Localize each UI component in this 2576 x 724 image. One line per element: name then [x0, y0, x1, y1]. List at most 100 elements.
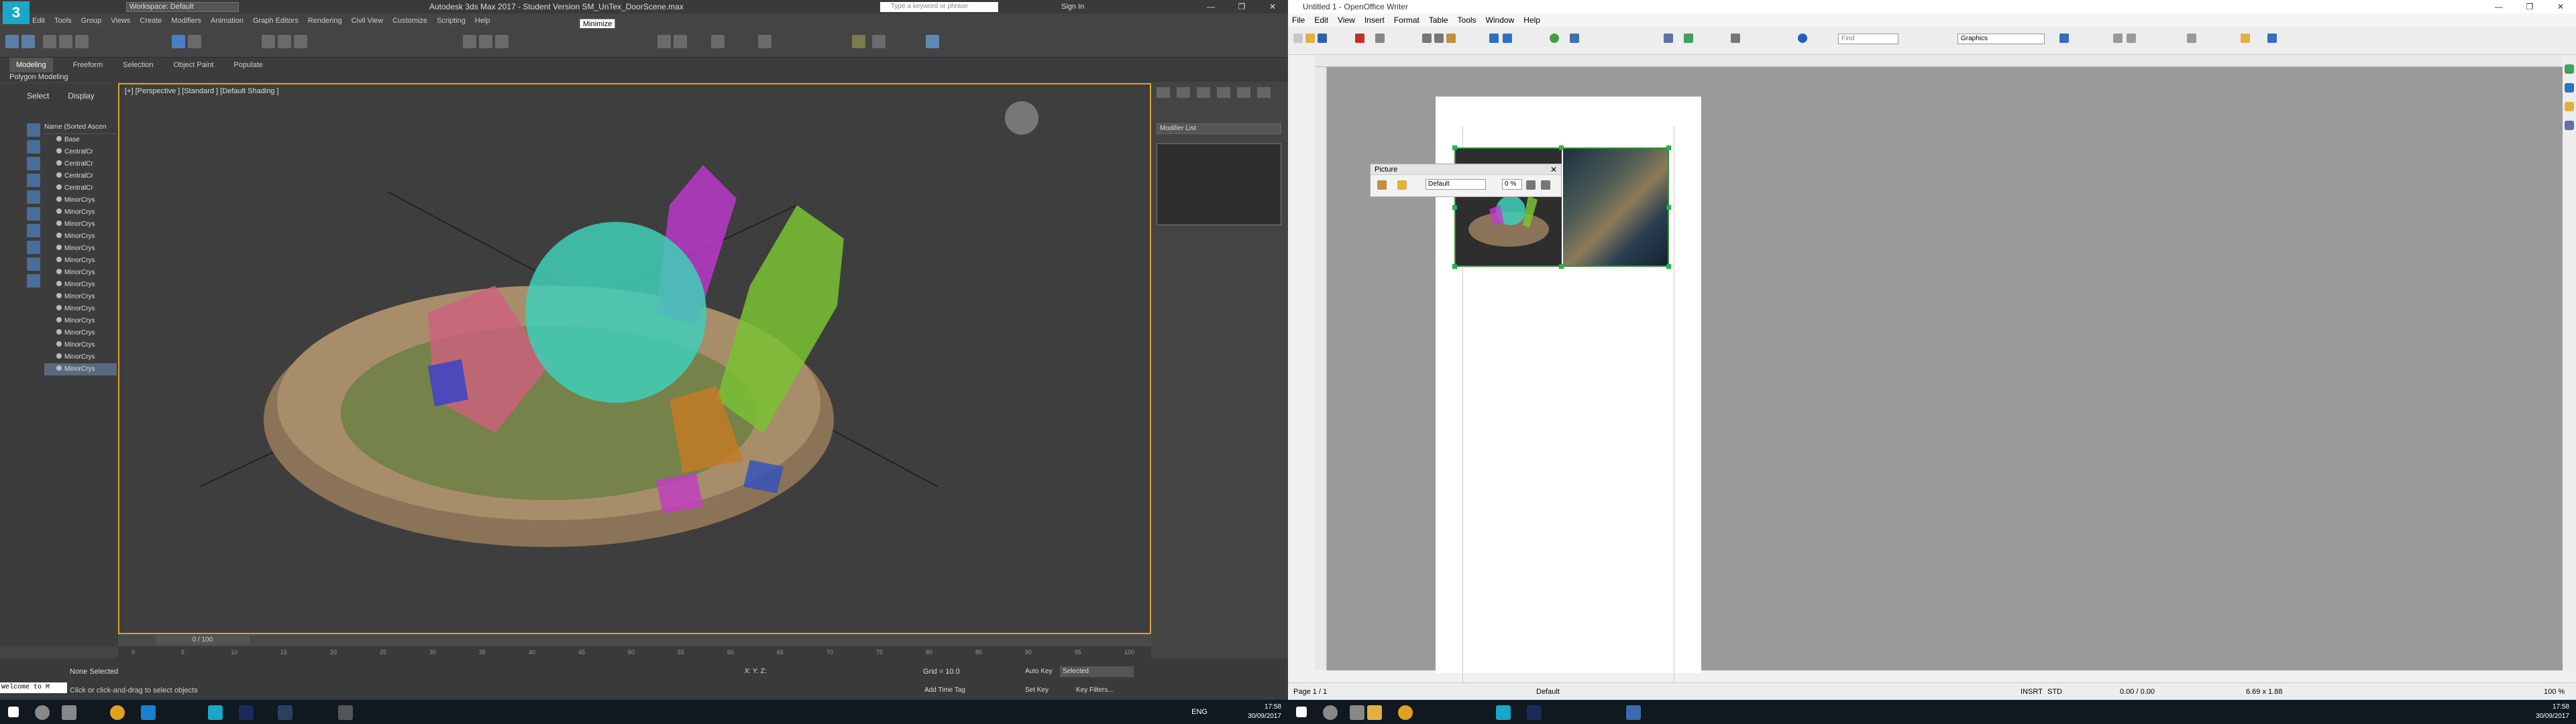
- select-by-name-icon[interactable]: [188, 35, 201, 48]
- snaps-toggle-icon[interactable]: [463, 35, 476, 48]
- visibility-icon[interactable]: [56, 208, 62, 214]
- ribbon-subpanel[interactable]: Polygon Modeling: [0, 72, 1288, 82]
- list-item[interactable]: MinorCrys: [44, 363, 117, 375]
- list-item[interactable]: MinorCrys: [44, 219, 117, 231]
- utilities-tab-icon[interactable]: [1257, 87, 1271, 98]
- open-icon[interactable]: [1305, 34, 1315, 43]
- visibility-icon[interactable]: [56, 233, 62, 238]
- system-clock[interactable]: 17:58 30/09/2017: [2536, 703, 2569, 721]
- time-slider-counter[interactable]: 0 / 100: [156, 636, 250, 645]
- redo-icon[interactable]: [21, 35, 35, 48]
- undo-icon[interactable]: [5, 35, 19, 48]
- menu-item[interactable]: Rendering: [308, 13, 342, 28]
- menu-item[interactable]: Help: [1523, 13, 1540, 27]
- shapes-filter-icon[interactable]: [27, 157, 40, 170]
- graphics-mode-icon[interactable]: [1397, 180, 1407, 190]
- helpers-filter-icon[interactable]: [27, 207, 40, 221]
- bring-to-front-icon[interactable]: [2241, 34, 2250, 43]
- steam-icon[interactable]: [278, 705, 292, 720]
- help-search-input[interactable]: Type a keyword or phrase: [880, 2, 998, 12]
- hierarchy-tab-icon[interactable]: [1197, 87, 1210, 98]
- mirror-icon[interactable]: [657, 35, 671, 48]
- flip-icon[interactable]: [1526, 180, 1536, 190]
- percent-snap-icon[interactable]: [495, 35, 508, 48]
- file-explorer-icon[interactable]: [1367, 705, 1382, 720]
- openoffice-icon[interactable]: [1626, 705, 1641, 720]
- align-left-icon[interactable]: [2113, 34, 2123, 43]
- paragraph-style-select[interactable]: Graphics: [1957, 34, 2045, 44]
- language-indicator[interactable]: ENG: [1191, 708, 1208, 716]
- menu-item[interactable]: Views: [111, 13, 130, 28]
- list-item[interactable]: CentralCr: [44, 182, 117, 194]
- menu-item[interactable]: Help: [475, 13, 490, 28]
- resize-handle[interactable]: [1452, 264, 1457, 269]
- search-icon[interactable]: [1323, 705, 1338, 720]
- save-icon[interactable]: [1318, 34, 1327, 43]
- visibility-icon[interactable]: [56, 269, 62, 274]
- cameras-filter-icon[interactable]: [27, 190, 40, 204]
- modify-tab-icon[interactable]: [1177, 87, 1190, 98]
- maxscript-listener[interactable]: Welcome to M: [0, 682, 67, 693]
- help-icon[interactable]: [1798, 34, 1807, 43]
- visibility-icon[interactable]: [56, 184, 62, 190]
- document-area[interactable]: Picture ✕ Default 0 %: [1327, 67, 2563, 703]
- zoom-level[interactable]: 100 %: [2544, 683, 2565, 701]
- perspective-viewport[interactable]: [+] [Perspective ] [Standard ] [Default …: [118, 83, 1151, 634]
- select-move-icon[interactable]: [262, 35, 275, 48]
- link-icon[interactable]: [43, 35, 56, 48]
- key-filters-button[interactable]: Key Filters...: [1076, 686, 1114, 694]
- ribbon-tab[interactable]: Freeform: [73, 58, 103, 72]
- list-item[interactable]: MinorCrys: [44, 243, 117, 255]
- maximize-button[interactable]: ❐: [2514, 0, 2545, 13]
- find-input[interactable]: Find: [1838, 34, 1898, 44]
- groups-filter-icon[interactable]: [27, 241, 40, 254]
- time-slider[interactable]: 0 / 100: [118, 634, 1151, 646]
- render-setup-icon[interactable]: [872, 35, 885, 48]
- visibility-icon[interactable]: [56, 293, 62, 298]
- list-item[interactable]: Base: [44, 134, 117, 146]
- material-editor-icon[interactable]: [852, 35, 865, 48]
- visibility-icon[interactable]: [56, 281, 62, 286]
- spacewarps-filter-icon[interactable]: [27, 224, 40, 237]
- resize-handle[interactable]: [1559, 264, 1564, 269]
- curve-editor-icon[interactable]: [758, 35, 771, 48]
- display-tab-icon[interactable]: [1237, 87, 1250, 98]
- menu-item[interactable]: Insert: [1364, 13, 1385, 27]
- sign-in-button[interactable]: Sign In: [1061, 0, 1084, 13]
- geometry-filter-icon[interactable]: [27, 140, 40, 154]
- list-item[interactable]: MinorCrys: [44, 206, 117, 219]
- resize-handle[interactable]: [1666, 205, 1671, 210]
- menu-item[interactable]: Civil View: [352, 13, 383, 28]
- visibility-icon[interactable]: [56, 353, 62, 359]
- copy-icon[interactable]: [1434, 34, 1444, 43]
- modifier-stack[interactable]: [1157, 143, 1281, 225]
- list-item[interactable]: MinorCrys: [44, 231, 117, 243]
- menu-item[interactable]: Animation: [211, 13, 244, 28]
- unlink-icon[interactable]: [59, 35, 72, 48]
- navigator-icon[interactable]: [2565, 121, 2574, 130]
- visibility-icon[interactable]: [56, 257, 62, 262]
- list-item[interactable]: MinorCrys: [44, 327, 117, 339]
- chrome-icon[interactable]: [1398, 705, 1413, 720]
- align-center-icon[interactable]: [2127, 34, 2136, 43]
- list-item[interactable]: MinorCrys: [44, 339, 117, 351]
- set-key-button[interactable]: Set Key: [1025, 686, 1049, 694]
- minimize-button[interactable]: —: [1195, 0, 1226, 13]
- ribbon-tab[interactable]: Modeling: [9, 58, 53, 72]
- scene-list-header[interactable]: Name (Sorted Ascen: [44, 123, 117, 134]
- chrome-icon[interactable]: [110, 705, 125, 720]
- gallery-icon[interactable]: [2565, 102, 2574, 111]
- max-logo[interactable]: 3: [3, 1, 30, 24]
- list-item[interactable]: MinorCrys: [44, 303, 117, 315]
- menu-item[interactable]: Format: [1394, 13, 1419, 27]
- vertical-ruler[interactable]: [1315, 67, 1327, 670]
- resize-handle[interactable]: [1559, 145, 1564, 150]
- styles-icon[interactable]: [2565, 83, 2574, 93]
- auto-key-button[interactable]: Auto Key: [1025, 668, 1053, 675]
- menu-item[interactable]: File: [1292, 13, 1305, 27]
- transparency-input[interactable]: 0 %: [1502, 179, 1522, 190]
- list-item[interactable]: CentralCr: [44, 170, 117, 182]
- list-item[interactable]: MinorCrys: [44, 194, 117, 206]
- redo-icon[interactable]: [1503, 34, 1512, 43]
- border-icon[interactable]: [2187, 34, 2196, 43]
